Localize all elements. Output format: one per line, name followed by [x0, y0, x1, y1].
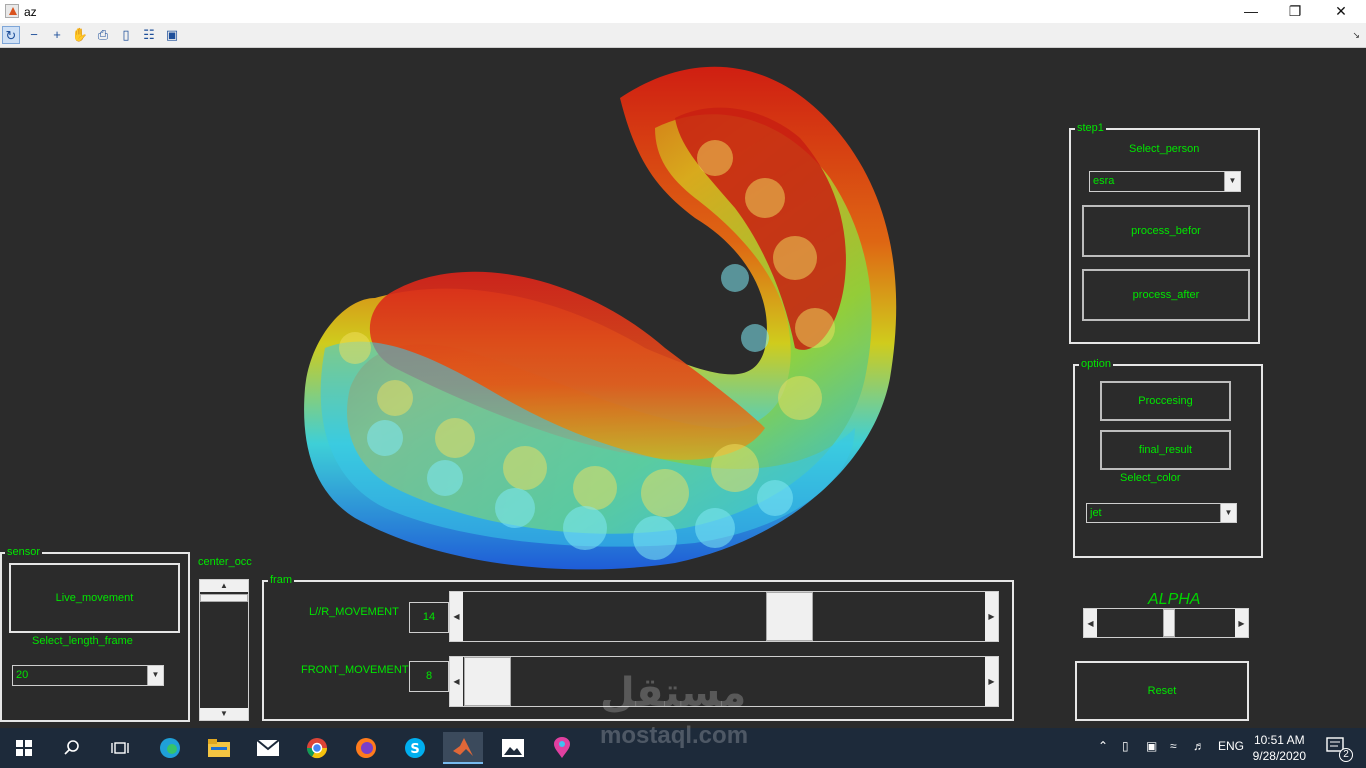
final-result-button[interactable]: final_result: [1100, 430, 1231, 470]
front-movement-value[interactable]: 8: [409, 661, 449, 692]
color-select-value: jet: [1090, 507, 1102, 519]
front-movement-slider-thumb[interactable]: [464, 657, 511, 706]
windows-taskbar: S ⌃ ▯ ▣ ≈ ♬ ENG 10:51 AM 9/28/2020 2 mos…: [0, 722, 1366, 768]
photos-icon[interactable]: [493, 732, 533, 764]
option-title: option: [1079, 358, 1113, 371]
arrow-left-icon[interactable]: ◀: [1084, 609, 1097, 637]
arrow-left-icon[interactable]: ◀: [450, 657, 463, 706]
arrow-right-icon[interactable]: ▶: [985, 592, 998, 641]
window-titlebar: az — ❐ ✕: [0, 0, 1366, 23]
dock-arrow-icon[interactable]: ↘: [1352, 30, 1360, 41]
skype-icon[interactable]: S: [395, 732, 435, 764]
processing-button[interactable]: Proccesing: [1100, 381, 1231, 421]
process-after-button[interactable]: process_after: [1082, 269, 1250, 321]
person-select-value: esra: [1093, 175, 1115, 187]
sensor-title: sensor: [5, 546, 43, 559]
color-select[interactable]: jet ▼: [1086, 503, 1237, 523]
window-title: az: [24, 5, 37, 19]
zoom-out-icon[interactable]: −: [25, 26, 43, 44]
center-occ-label: center_occ: [198, 556, 252, 568]
new-figure-icon[interactable]: ▯: [117, 26, 135, 44]
chevron-down-icon[interactable]: ▼: [147, 666, 163, 685]
matlab-icon: [5, 4, 19, 18]
clock-date: 9/28/2020: [1252, 749, 1306, 763]
search-icon[interactable]: [52, 732, 92, 764]
lr-movement-slider-thumb[interactable]: [766, 592, 813, 641]
arrow-up-icon[interactable]: ▲: [200, 580, 248, 592]
pan-hand-icon[interactable]: ✋: [71, 26, 89, 44]
dental-3d-model[interactable]: [295, 48, 915, 578]
windows-start-icon[interactable]: [4, 732, 44, 764]
restore-button[interactable]: ❐: [1272, 0, 1318, 23]
arrow-right-icon[interactable]: ▶: [985, 657, 998, 706]
wifi-icon[interactable]: ≈: [1170, 739, 1177, 753]
figure-toolbar: ↻ − + ✋ ⎙ ▯ ☷ ▣ ↘: [0, 23, 1366, 48]
save-icon[interactable]: ▣: [163, 26, 181, 44]
edge-browser-icon[interactable]: [150, 732, 190, 764]
battery-icon[interactable]: ▯: [1122, 739, 1129, 753]
svg-text:S: S: [410, 742, 419, 757]
close-button[interactable]: ✕: [1318, 0, 1364, 23]
front-movement-label: FRONT_MOVEMENT: [301, 664, 409, 676]
zoom-in-icon[interactable]: +: [48, 26, 66, 44]
chevron-down-icon[interactable]: ▼: [1220, 504, 1236, 522]
alpha-slider[interactable]: ◀ ▶: [1083, 608, 1249, 638]
lr-movement-label: L//R_MOVEMENT: [309, 606, 399, 618]
firefox-icon[interactable]: [346, 732, 386, 764]
process-before-button[interactable]: process_befor: [1082, 205, 1250, 257]
figure-canvas: step1 Select_person esra ▼ process_befor…: [0, 48, 1366, 728]
language-indicator[interactable]: ENG: [1218, 739, 1244, 753]
arrow-left-icon[interactable]: ◀: [450, 592, 463, 641]
matlab-taskbar-icon[interactable]: [443, 732, 483, 764]
live-movement-button[interactable]: Live_movement: [9, 563, 180, 633]
select-color-label: Select_color: [1120, 472, 1181, 484]
center-occ-slider[interactable]: ▲ ▼: [199, 579, 249, 721]
watermark-arabic: مستقل: [600, 671, 747, 715]
maps-pin-icon[interactable]: [542, 732, 582, 764]
chevron-up-icon[interactable]: ⌃: [1098, 739, 1108, 753]
clock[interactable]: 10:51 AM 9/28/2020: [1253, 732, 1306, 764]
print-icon[interactable]: ⎙: [94, 26, 112, 44]
fram-title: fram: [268, 574, 294, 587]
minimize-button[interactable]: —: [1228, 0, 1274, 23]
watermark-latin: mostaql.com: [600, 722, 749, 749]
notification-count-badge: 2: [1339, 748, 1353, 762]
alpha-slider-thumb[interactable]: [1163, 609, 1175, 637]
chevron-down-icon[interactable]: ▼: [1224, 172, 1240, 191]
clock-time: 10:51 AM: [1253, 733, 1305, 747]
lr-movement-value[interactable]: 14: [409, 602, 449, 633]
length-frame-value: 20: [16, 669, 29, 681]
file-explorer-icon[interactable]: [199, 732, 239, 764]
arrow-right-icon[interactable]: ▶: [1235, 609, 1248, 637]
reset-button[interactable]: Reset: [1075, 661, 1249, 721]
person-select[interactable]: esra ▼: [1089, 171, 1241, 192]
step1-title: step1: [1075, 122, 1106, 135]
select-person-label: Select_person: [1129, 143, 1200, 155]
alpha-label: ALPHA: [1148, 591, 1201, 608]
select-length-frame-label: Select_length_frame: [32, 635, 133, 647]
data-cursor-icon[interactable]: ☷: [140, 26, 158, 44]
length-frame-select[interactable]: 20 ▼: [12, 665, 164, 686]
lr-movement-slider[interactable]: ◀ ▶: [449, 591, 999, 642]
arrow-down-icon[interactable]: ▼: [200, 708, 248, 720]
mail-icon[interactable]: [248, 732, 288, 764]
volume-icon[interactable]: ♬: [1193, 739, 1205, 753]
chrome-icon[interactable]: [297, 732, 337, 764]
display-icon[interactable]: ▣: [1146, 739, 1157, 753]
rotate-icon[interactable]: ↻: [2, 26, 20, 44]
center-occ-slider-thumb[interactable]: [200, 594, 248, 602]
task-view-icon[interactable]: [100, 732, 140, 764]
